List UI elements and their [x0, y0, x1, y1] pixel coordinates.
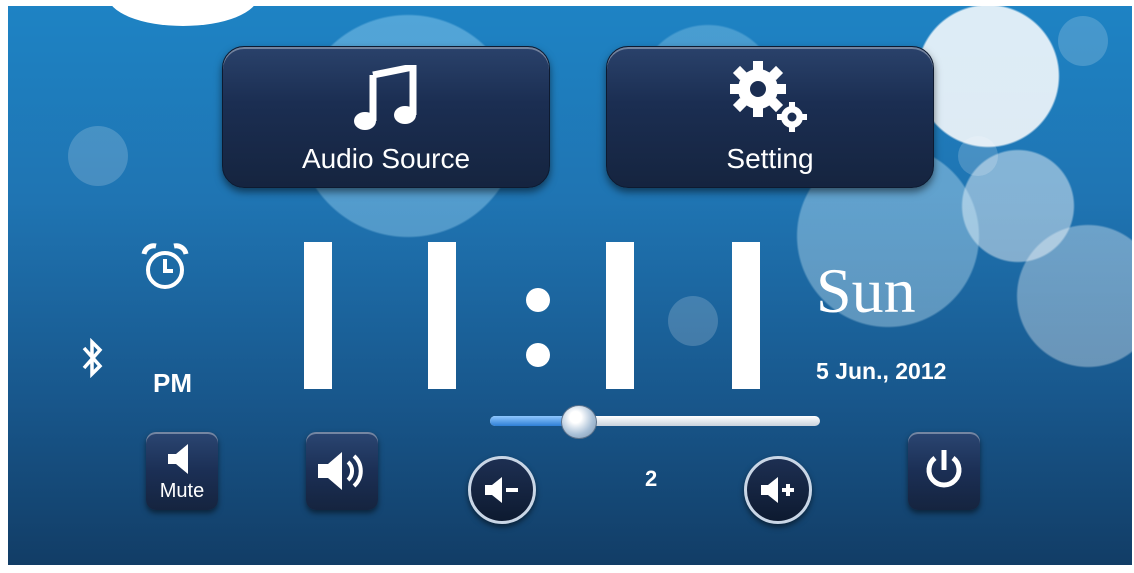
clock-colon-dot	[526, 288, 550, 312]
decorative-bubble	[1058, 16, 1108, 66]
volume-slider-thumb[interactable]	[561, 405, 598, 439]
volume-up-icon	[761, 477, 794, 503]
music-note-icon	[354, 65, 417, 130]
clock-digit-bar	[428, 242, 456, 389]
speaker-mute-icon	[168, 444, 188, 474]
setting-label: Setting	[726, 143, 814, 174]
screen: Audio Source Setting PM Sun 5 Jun., 2012…	[8, 6, 1132, 565]
power-icon	[926, 450, 962, 488]
am-pm-indicator: PM	[153, 368, 192, 398]
decorative-bubble	[108, 6, 258, 26]
volume-level: 2	[645, 466, 658, 491]
clock-digit-bar	[732, 242, 760, 389]
bluetooth-icon	[82, 338, 103, 378]
volume-slider[interactable]	[490, 405, 820, 439]
day-of-week: Sun	[816, 255, 916, 326]
alarm-clock-icon[interactable]	[140, 242, 190, 292]
date-text: 5 Jun., 2012	[816, 358, 947, 384]
clock-digit-bar	[606, 242, 634, 389]
gears-icon	[730, 61, 807, 132]
power-button[interactable]	[908, 432, 980, 510]
decorative-bubble	[958, 136, 998, 176]
clock-colon-dot	[526, 343, 550, 367]
speaker-volume-icon	[318, 452, 363, 490]
speaker-button[interactable]	[306, 432, 378, 510]
volume-down-button[interactable]	[468, 456, 536, 524]
setting-button[interactable]: Setting	[606, 46, 934, 188]
mute-button[interactable]: Mute	[146, 432, 218, 510]
audio-source-label: Audio Source	[301, 143, 471, 174]
volume-up-button[interactable]	[744, 456, 812, 524]
volume-down-icon	[485, 477, 518, 503]
audio-source-button[interactable]: Audio Source	[222, 46, 550, 188]
decorative-bubble	[668, 296, 718, 346]
clock-digit-bar	[304, 242, 332, 389]
mute-label: Mute	[159, 480, 205, 502]
decorative-bubble	[68, 126, 128, 186]
